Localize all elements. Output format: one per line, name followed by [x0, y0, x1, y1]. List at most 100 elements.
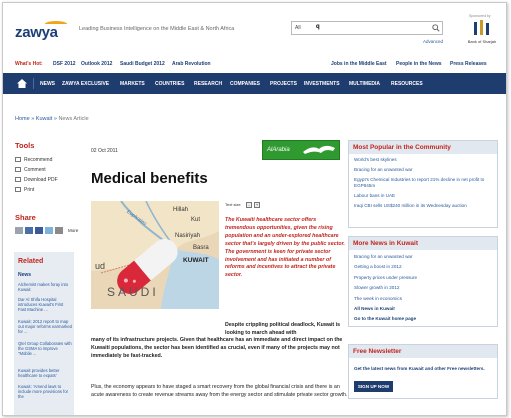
jobs-link[interactable]: Jobs in the Middle East — [331, 61, 387, 67]
more-news-link[interactable]: The week in economics — [354, 296, 496, 302]
sponsor-label: Sponsored by — [469, 14, 491, 18]
map-label: KUWAIT — [183, 257, 209, 264]
map-label: ud — [95, 261, 106, 271]
newsletter-text: Get the latest news from Kuwait and othe… — [354, 366, 485, 371]
tools-heading: Tools — [15, 141, 35, 150]
nav-research[interactable]: RESEARCH — [194, 81, 222, 87]
map-label: Basra — [193, 245, 209, 251]
comment-button[interactable]: Comment — [15, 167, 46, 173]
more-news-link[interactable]: Property prices under pressure — [354, 275, 496, 281]
nav-multimedia[interactable]: MULTIMEDIA — [349, 81, 380, 87]
search-scope-select[interactable]: All — [295, 25, 301, 31]
thumbs-up-icon — [15, 157, 21, 162]
more-news-link[interactable]: Bracing for an unwanted war — [354, 254, 496, 260]
zawya-logo[interactable]: zawya — [15, 21, 71, 41]
most-popular-link[interactable]: Egypt's Chemical Industries to report 21… — [354, 177, 496, 188]
article-paragraph: many of its infrastructure projects. Giv… — [91, 337, 343, 359]
breadcrumb-home[interactable]: Home — [15, 116, 30, 122]
map-label: Nasiriyah — [175, 233, 201, 239]
most-popular-link[interactable]: Bracing for an unwanted war — [354, 167, 496, 173]
press-releases-link[interactable]: Press Releases — [450, 61, 487, 67]
horse-logo-icon — [303, 145, 335, 154]
facebook-share-icon[interactable] — [35, 227, 43, 234]
all-news-kuwait-link[interactable]: All News in Kuwait — [354, 306, 496, 312]
text-size-label: Text size — [225, 202, 241, 207]
printer-icon — [15, 187, 21, 192]
more-news-link[interactable]: Getting a boost in 2012 — [354, 264, 496, 270]
plus-share-icon[interactable] — [55, 227, 63, 234]
hot-link-saudi-budget[interactable]: Saudi Budget 2012 — [120, 61, 165, 67]
article-lede: The Kuwaiti healthcare sector offers tre… — [225, 217, 345, 279]
related-link[interactable]: Kuwait: 2012 report to map out major ref… — [18, 319, 72, 335]
home-icon[interactable] — [17, 79, 27, 88]
related-link[interactable]: Kuwait provides better healthcare to exp… — [18, 368, 72, 378]
print-label: Print — [24, 187, 35, 193]
site-tagline: Leading Business Intelligence on the Mid… — [79, 26, 235, 32]
ad-text: AlArabia — [267, 147, 290, 153]
nav-companies[interactable]: COMPANIES — [230, 81, 260, 87]
most-popular-heading: Most Popular in the Community — [349, 141, 497, 154]
most-popular-link[interactable]: World's best skylines — [354, 157, 496, 163]
related-link[interactable]: Qtel Group Collaborates with the GSMA to… — [18, 341, 72, 357]
map-label: Hillah — [173, 207, 189, 213]
related-heading: Related — [18, 258, 44, 265]
nav-investments[interactable]: INVESTMENTS — [304, 81, 340, 87]
article-headline: Medical benefits — [91, 170, 208, 187]
nav-projects[interactable]: PROJECTS — [270, 81, 297, 87]
newsletter-box: Free Newsletter Get the latest news from… — [348, 344, 498, 399]
nav-zawya-exclusive[interactable]: ZAWYA EXCLUSIVE — [62, 81, 109, 87]
most-popular-link[interactable]: Iraqi CBI sells US$240 million in its We… — [354, 203, 496, 209]
logo-swoosh — [45, 21, 67, 27]
twitter-share-icon[interactable] — [45, 227, 53, 234]
recommend-label: Recommend — [24, 157, 53, 163]
breadcrumb-kuwait[interactable]: Kuwait — [36, 116, 53, 122]
comment-label: Comment — [24, 167, 46, 173]
related-link[interactable]: Alchemist makes foray into Kuwait — [18, 282, 72, 292]
hot-link-outlook[interactable]: Outlook 2012 — [81, 61, 112, 67]
bank-of-sharjah-logo[interactable] — [470, 20, 494, 36]
hot-link-dsf[interactable]: DSF 2012 — [53, 61, 76, 67]
nav-markets[interactable]: MARKETS — [120, 81, 145, 87]
search-value: q — [316, 24, 320, 30]
breadcrumb-current: News Article — [58, 116, 89, 122]
more-news-link[interactable]: Slower growth in 2012 — [354, 285, 496, 291]
article-paragraph: Plus, the economy appears to have staged… — [91, 384, 348, 398]
text-size-decrease-button[interactable]: - — [246, 202, 252, 208]
hot-link-arab-revolution[interactable]: Arab Revolution — [172, 61, 211, 67]
more-news-box: More News in Kuwait Bracing for an unwan… — [348, 236, 498, 327]
article-date: 02 Oct 2011 — [91, 148, 118, 154]
text-size-increase-button[interactable]: + — [254, 202, 260, 208]
nav-countries[interactable]: COUNTRIES — [155, 81, 184, 87]
most-popular-link[interactable]: Labour bans in UAE — [354, 193, 496, 199]
article-paragraph-start: Despite crippling political deadlock, Ku… — [225, 322, 341, 336]
recommend-button[interactable]: Recommend — [15, 157, 52, 163]
comment-icon — [15, 167, 21, 172]
download-pdf-label: Download PDF — [24, 177, 58, 183]
nav-divider — [33, 78, 34, 89]
breadcrumb: Home » Kuwait » News Article — [15, 116, 89, 122]
search-input[interactable]: All q — [291, 21, 443, 35]
related-link[interactable]: Kuwait: 'Amend laws to include more prov… — [18, 384, 72, 400]
kuwait-home-link[interactable]: Go to the Kuwait home page — [354, 316, 496, 322]
pdf-icon — [15, 177, 21, 182]
search-icon[interactable] — [432, 24, 440, 32]
main-nav: NEWS ZAWYA EXCLUSIVE MARKETS COUNTRIES R… — [3, 73, 506, 94]
download-pdf-button[interactable]: Download PDF — [15, 177, 58, 183]
whats-hot-bar: What's Hot: DSF 2012 Outlook 2012 Saudi … — [3, 58, 506, 70]
nav-news[interactable]: NEWS — [40, 81, 55, 87]
share-more-link[interactable]: More — [68, 228, 78, 233]
related-news-subheading: News — [18, 272, 32, 278]
related-panel: Related News Alchemist makes foray into … — [14, 252, 74, 415]
advanced-search-link[interactable]: Advanced — [423, 39, 443, 44]
email-share-icon[interactable] — [15, 227, 23, 234]
linkedin-share-icon[interactable] — [25, 227, 33, 234]
more-news-heading: More News in Kuwait — [349, 237, 497, 250]
people-link[interactable]: People in the News — [396, 61, 442, 67]
share-icons: More — [15, 227, 85, 235]
browser-page: zawya Leading Business Intelligence on t… — [2, 2, 507, 416]
nav-resources[interactable]: RESOURCES — [391, 81, 423, 87]
sign-up-button[interactable]: SIGN UP NOW — [354, 381, 393, 392]
alarabia-ad-banner[interactable]: AlArabia — [262, 140, 340, 160]
print-button[interactable]: Print — [15, 187, 34, 193]
related-link[interactable]: Dar Al Shifa Hospital introduces Kuwait'… — [18, 297, 72, 313]
